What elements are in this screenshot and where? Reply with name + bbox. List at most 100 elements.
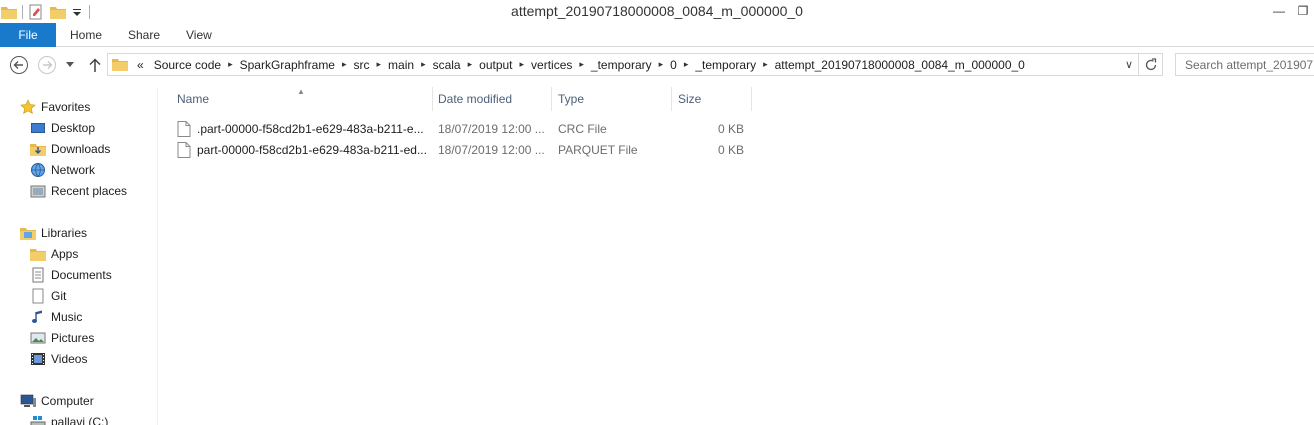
nav-label: Desktop bbox=[51, 120, 96, 135]
breadcrumb-item[interactable]: output bbox=[474, 58, 517, 72]
minimize-button[interactable]: — bbox=[1266, 0, 1292, 22]
breadcrumb-item[interactable]: _temporary bbox=[690, 58, 761, 72]
nav-documents[interactable]: Documents bbox=[30, 264, 112, 285]
column-header-type[interactable]: Type bbox=[552, 87, 672, 111]
tab-file[interactable]: File bbox=[0, 23, 56, 47]
refresh-icon bbox=[1145, 57, 1156, 70]
file-name-cell: part-00000-f58cd2b1-e629-483a-b211-ed... bbox=[177, 139, 429, 160]
nav-downloads[interactable]: Downloads bbox=[30, 138, 110, 159]
file-size: 0 KB bbox=[717, 121, 744, 136]
nav-label: Favorites bbox=[41, 99, 91, 114]
nav-drive-c[interactable]: pallavi (C:) bbox=[30, 411, 108, 425]
nav-git[interactable]: Git bbox=[30, 285, 66, 306]
nav-label: pallavi (C:) bbox=[51, 414, 109, 425]
search-input[interactable]: Search attempt_20190718000008_0084_m_000… bbox=[1175, 53, 1314, 76]
file-type: CRC File bbox=[558, 121, 607, 136]
network-icon bbox=[30, 162, 46, 178]
tab-share[interactable]: Share bbox=[128, 23, 160, 47]
column-header-label: Size bbox=[678, 92, 702, 106]
nav-favorites[interactable]: Favorites bbox=[20, 96, 90, 117]
breadcrumb-separator-icon[interactable]: ▸ bbox=[761, 59, 770, 70]
git-icon bbox=[30, 288, 46, 304]
column-header-label: Type bbox=[558, 92, 585, 106]
forward-arrow-icon bbox=[38, 56, 56, 74]
breadcrumb-overflow[interactable]: « bbox=[132, 58, 149, 72]
breadcrumb-item[interactable]: SparkGraphframe bbox=[235, 58, 340, 72]
back-arrow-icon bbox=[10, 56, 28, 74]
column-header-date[interactable]: Date modified bbox=[432, 87, 552, 111]
drive-icon bbox=[30, 414, 46, 425]
window-title: attempt_20190718000008_0084_m_000000_0 bbox=[511, 3, 803, 19]
breadcrumb-item[interactable]: Source code bbox=[149, 58, 226, 72]
breadcrumb-item[interactable]: 0 bbox=[665, 58, 682, 72]
file-date: 18/07/2019 12:00 ... bbox=[438, 121, 545, 136]
recent-locations-button[interactable] bbox=[62, 54, 78, 76]
file-row[interactable]: .part-00000-f58cd2b1-e629-483a-b211-e...… bbox=[177, 118, 751, 139]
column-header-label: Name bbox=[177, 92, 210, 106]
breadcrumb-item[interactable]: src bbox=[349, 58, 375, 72]
navigation-bar: « Source code ▸ SparkGraphframe ▸ src ▸ main ▸ s… bbox=[0, 48, 1314, 82]
forward-button[interactable] bbox=[36, 54, 58, 76]
nav-label: Git bbox=[51, 288, 67, 303]
computer-icon bbox=[20, 393, 36, 409]
breadcrumb-separator-icon[interactable]: ▸ bbox=[466, 59, 475, 70]
column-header-size[interactable]: Size bbox=[672, 87, 752, 111]
nav-label: Documents bbox=[51, 267, 112, 282]
nav-network[interactable]: Network bbox=[30, 159, 95, 180]
breadcrumb-item[interactable]: scala bbox=[428, 58, 466, 72]
tab-home[interactable]: Home bbox=[70, 23, 102, 47]
up-button[interactable] bbox=[84, 54, 106, 76]
desktop-icon bbox=[30, 120, 46, 136]
breadcrumb-separator-icon[interactable]: ▸ bbox=[577, 59, 586, 70]
file-name: part-00000-f58cd2b1-e629-483a-b211-ed... bbox=[197, 142, 427, 157]
sort-ascending-icon: ▲ bbox=[297, 87, 305, 96]
nav-computer[interactable]: Computer bbox=[20, 390, 94, 411]
refresh-button[interactable] bbox=[1139, 53, 1163, 76]
nav-pictures[interactable]: Pictures bbox=[30, 327, 94, 348]
ribbon: File Home Share View bbox=[0, 23, 1314, 47]
breadcrumb: « Source code ▸ SparkGraphframe ▸ src ▸ main ▸ s… bbox=[108, 54, 1030, 75]
breadcrumb-separator-icon[interactable]: ▸ bbox=[226, 59, 235, 70]
nav-videos[interactable]: Videos bbox=[30, 348, 87, 369]
column-header-label: Date modified bbox=[438, 92, 513, 106]
breadcrumb-separator-icon[interactable]: ▸ bbox=[518, 59, 527, 70]
libraries-icon bbox=[20, 225, 36, 241]
chevron-down-icon bbox=[66, 62, 74, 67]
nav-apps[interactable]: Apps bbox=[30, 243, 78, 264]
nav-desktop[interactable]: Desktop bbox=[30, 117, 95, 138]
breadcrumb-item[interactable]: attempt_20190718000008_0084_m_000000_0 bbox=[770, 58, 1030, 72]
star-icon bbox=[20, 98, 36, 115]
folder-icon bbox=[112, 56, 128, 72]
breadcrumb-separator-icon[interactable]: ▸ bbox=[682, 59, 691, 70]
folder-icon bbox=[30, 246, 46, 262]
documents-icon bbox=[30, 267, 46, 283]
file-icon bbox=[177, 120, 191, 137]
nav-label: Videos bbox=[51, 351, 88, 366]
file-size: 0 KB bbox=[717, 142, 744, 157]
chevron-down-icon: ∨ bbox=[1124, 59, 1134, 71]
address-dropdown-button[interactable]: ∨ bbox=[1120, 54, 1138, 75]
breadcrumb-item[interactable]: vertices bbox=[526, 58, 577, 72]
recent-places-icon bbox=[30, 183, 46, 199]
breadcrumb-item[interactable]: _temporary bbox=[586, 58, 657, 72]
back-button[interactable] bbox=[8, 54, 30, 76]
breadcrumb-separator-icon[interactable]: ▸ bbox=[340, 59, 349, 70]
nav-label: Libraries bbox=[41, 225, 88, 240]
address-bar[interactable]: « Source code ▸ SparkGraphframe ▸ src ▸ main ▸ s… bbox=[107, 53, 1139, 76]
nav-label: Computer bbox=[41, 393, 94, 408]
breadcrumb-separator-icon[interactable]: ▸ bbox=[419, 59, 428, 70]
nav-music[interactable]: Music bbox=[30, 306, 82, 327]
nav-label: Network bbox=[51, 162, 96, 177]
tab-view[interactable]: View bbox=[186, 23, 212, 47]
file-name-cell: .part-00000-f58cd2b1-e629-483a-b211-e... bbox=[177, 118, 429, 139]
nav-recent-places[interactable]: Recent places bbox=[30, 180, 127, 201]
breadcrumb-separator-icon[interactable]: ▸ bbox=[657, 59, 666, 70]
file-row[interactable]: part-00000-f58cd2b1-e629-483a-b211-ed...… bbox=[177, 139, 751, 160]
breadcrumb-separator-icon[interactable]: ▸ bbox=[375, 59, 384, 70]
maximize-button[interactable]: ❐ bbox=[1290, 0, 1314, 22]
nav-label: Apps bbox=[51, 246, 79, 261]
breadcrumb-item[interactable]: main bbox=[383, 58, 419, 72]
nav-libraries[interactable]: Libraries bbox=[20, 222, 87, 243]
title-bar: attempt_20190718000008_0084_m_000000_0 —… bbox=[0, 0, 1314, 23]
nav-label: Music bbox=[51, 309, 83, 324]
